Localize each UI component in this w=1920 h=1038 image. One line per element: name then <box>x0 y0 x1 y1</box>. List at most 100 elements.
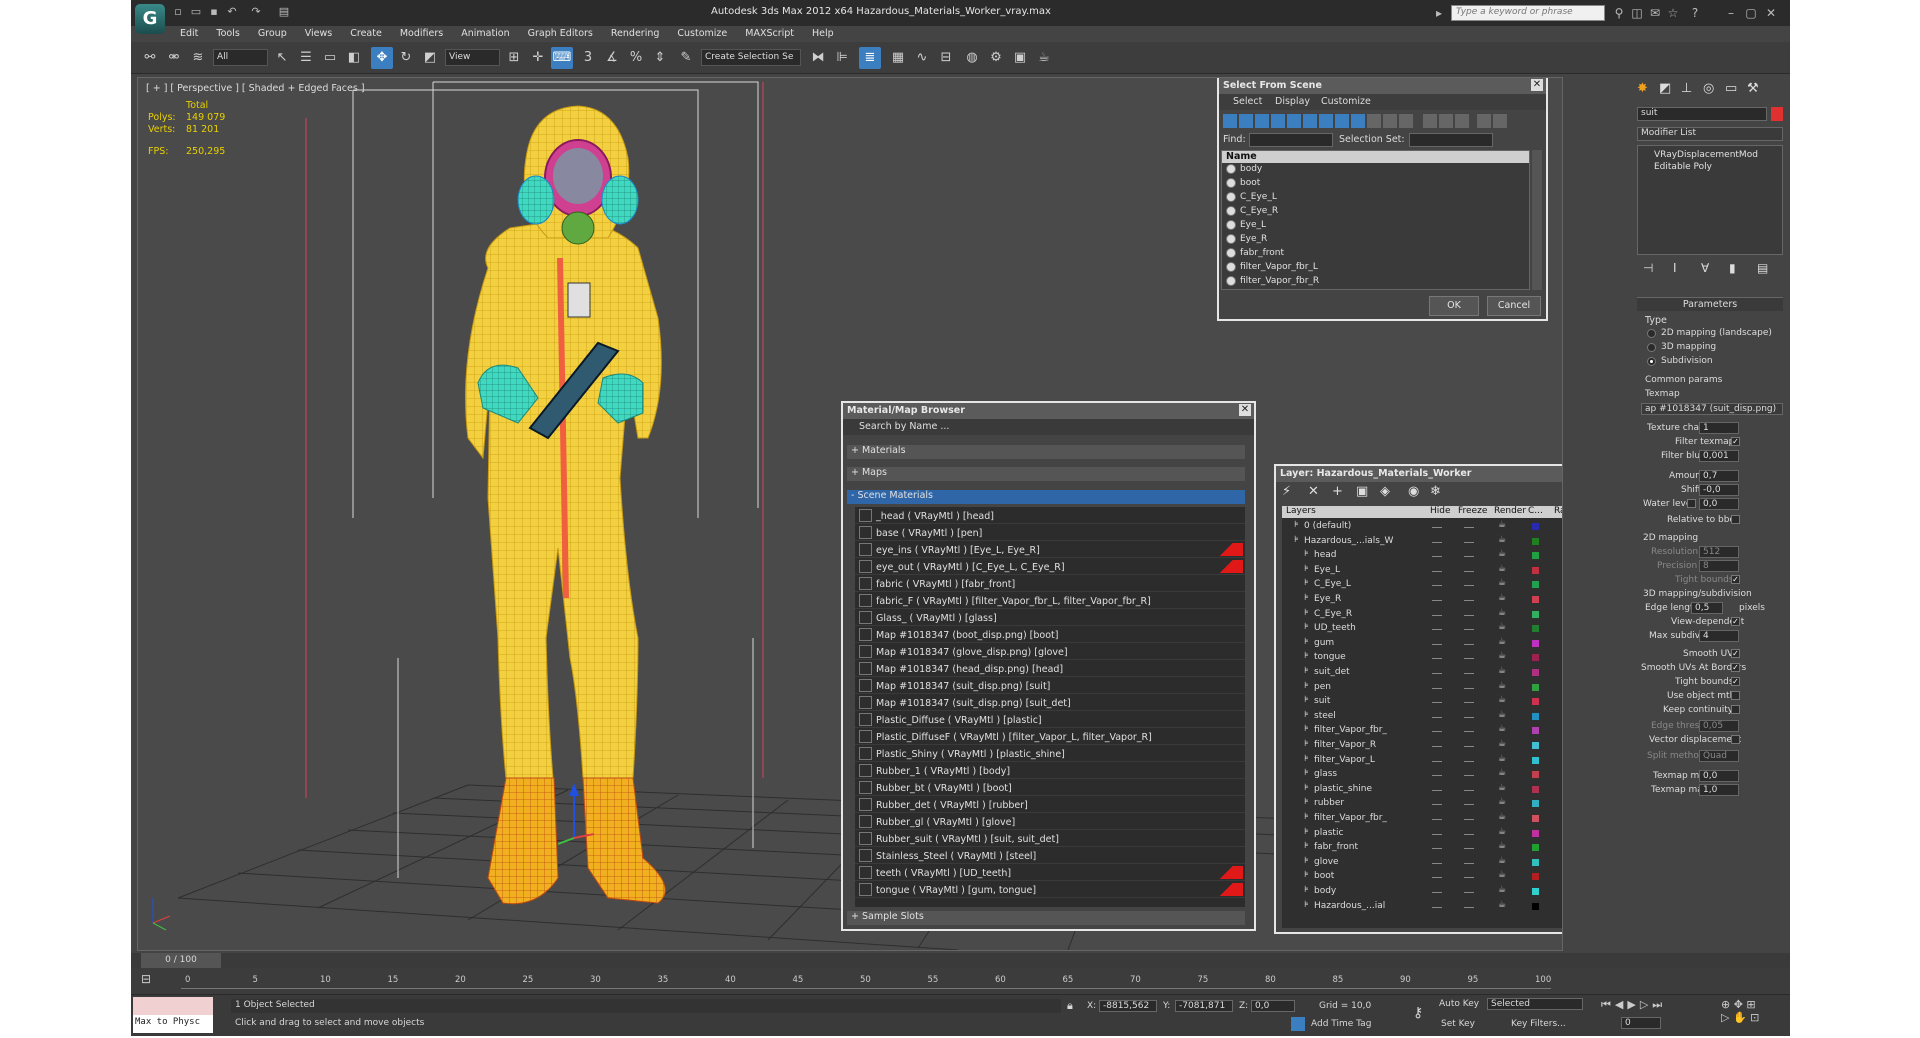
material-item[interactable]: Map #1018347 (suit_disp.png) [suit] <box>855 677 1245 694</box>
none-filter-icon[interactable] <box>1383 114 1397 128</box>
col-radiosity[interactable]: Radiosity <box>1554 506 1562 516</box>
layer-color-swatch[interactable] <box>1532 844 1539 852</box>
render-toggle-icon[interactable]: ☕ <box>1498 695 1506 705</box>
layer-color-swatch[interactable] <box>1532 523 1539 530</box>
freeze-toggle[interactable] <box>1464 760 1474 762</box>
render-toggle-icon[interactable]: ☕ <box>1498 768 1506 778</box>
render-toggle-icon[interactable]: ☕ <box>1498 739 1506 749</box>
material-item[interactable]: eye_ins ( VRayMtl ) [Eye_L, Eye_R] <box>855 541 1245 558</box>
split-method-select[interactable]: Quad <box>1699 750 1739 762</box>
water-level-checkbox[interactable] <box>1687 499 1696 508</box>
hide-toggle[interactable] <box>1432 585 1442 587</box>
freeze-toggle[interactable] <box>1464 848 1474 850</box>
render-toggle-icon[interactable]: ☕ <box>1498 593 1506 603</box>
maxscript-listener[interactable] <box>133 997 213 1015</box>
render-toggle-icon[interactable]: ☕ <box>1498 637 1506 647</box>
freeze-toggle[interactable] <box>1464 877 1474 879</box>
freeze-toggle[interactable] <box>1464 892 1474 893</box>
select-object-icon[interactable]: ↖ <box>271 47 293 69</box>
maxscript-mini-input[interactable]: Max to Physc <box>133 1015 213 1033</box>
col-layers[interactable]: Layers <box>1286 506 1316 516</box>
pivot-center-icon[interactable]: ⊞ <box>503 47 525 69</box>
material-item[interactable]: Map #1018347 (boot_disp.png) [boot] <box>855 626 1245 643</box>
material-item[interactable]: Glass_ ( VRayMtl ) [glass] <box>855 609 1245 626</box>
render-toggle-icon[interactable]: ☕ <box>1498 666 1506 676</box>
material-item[interactable]: Rubber_det ( VRayMtl ) [rubber] <box>855 796 1245 813</box>
hide-toggle[interactable] <box>1432 541 1442 543</box>
layer-row[interactable]: UD_teeth ⊧ ☕ <box>1282 622 1562 636</box>
hide-toggle[interactable] <box>1432 862 1442 864</box>
window-crossing-icon[interactable]: ◧ <box>343 47 365 69</box>
group-materials[interactable]: + Materials <box>847 445 1245 459</box>
maximize-icon[interactable]: ▢ <box>1743 5 1759 21</box>
layer-manager-icon[interactable]: ≣ <box>859 47 881 69</box>
material-editor-icon[interactable]: ◍ <box>961 47 983 69</box>
filter-blur-spinner[interactable]: 0,001 <box>1699 450 1739 462</box>
spinner-snap-icon[interactable]: ⇕ <box>649 47 671 69</box>
hide-toggle[interactable] <box>1432 775 1442 777</box>
save-icon[interactable]: ▪ <box>207 5 221 19</box>
material-item[interactable]: Plastic_DiffuseF ( VRayMtl ) [filter_Vap… <box>855 728 1245 745</box>
menu-views[interactable]: Views <box>296 26 342 42</box>
layer-row[interactable]: steel ⊧ ☕ <box>1282 710 1562 724</box>
layer-color-swatch[interactable] <box>1532 829 1539 837</box>
configure-sets-icon[interactable]: ▤ <box>1757 261 1768 275</box>
freeze-toggle[interactable] <box>1464 775 1474 777</box>
layer-color-swatch[interactable] <box>1532 566 1539 574</box>
amount-spinner[interactable]: 0,7 <box>1699 470 1739 482</box>
hide-toggle[interactable] <box>1432 877 1442 879</box>
layer-row[interactable]: boot ⊧ ☕ <box>1282 870 1562 884</box>
layer-title[interactable]: Layer: Hazardous_Materials_Worker?✕ <box>1276 466 1562 482</box>
delete-layer-icon[interactable]: ✕ <box>1308 484 1319 499</box>
tight-bounds-3d-checkbox[interactable]: ✓ <box>1731 677 1740 686</box>
layer-color-swatch[interactable] <box>1532 712 1539 720</box>
filter-texmap-checkbox[interactable]: ✓ <box>1731 437 1740 446</box>
col-render[interactable]: Render <box>1494 506 1526 516</box>
select-in-layer-icon[interactable]: ▣ <box>1356 484 1368 499</box>
mirror-icon[interactable]: ⧓ <box>807 47 829 69</box>
render-toggle-icon[interactable]: ☕ <box>1498 827 1506 837</box>
freeze-toggle[interactable] <box>1464 600 1474 601</box>
selection-set-select[interactable] <box>1409 133 1493 147</box>
hide-toggle[interactable] <box>1432 731 1442 733</box>
type-3d-radio[interactable] <box>1647 343 1656 352</box>
key-mode-select[interactable]: Selected <box>1487 998 1583 1010</box>
modifier-list-select[interactable]: Modifier List <box>1637 127 1783 141</box>
resolution-spinner[interactable]: 512 <box>1699 546 1739 558</box>
material-item[interactable]: Plastic_Shiny ( VRayMtl ) [plastic_shine… <box>855 745 1245 762</box>
freeze-toggle[interactable] <box>1464 658 1474 660</box>
render-toggle-icon[interactable]: ☕ <box>1498 608 1506 618</box>
texmap-button[interactable]: ap #1018347 (suit_disp.png) <box>1641 403 1783 415</box>
render-toggle-icon[interactable]: ☕ <box>1498 900 1506 910</box>
render-toggle-icon[interactable]: ☕ <box>1498 870 1506 880</box>
material-item[interactable]: fabric_F ( VRayMtl ) [filter_Vapor_fbr_L… <box>855 592 1245 609</box>
funnel-filter-icon[interactable] <box>1477 114 1491 128</box>
group-maps[interactable]: + Maps <box>847 467 1245 481</box>
layer-row[interactable]: filter_Vapor_L ⊧ ☕ <box>1282 754 1562 768</box>
edge-thresh-spinner[interactable]: 0,05 <box>1699 720 1739 732</box>
scene-object-item[interactable]: filter_Vapor_fbr_R <box>1222 275 1323 289</box>
layer-row[interactable]: filter_Vapor_fbr_ ⊧ ☕ <box>1282 724 1562 738</box>
freeze-toggle[interactable] <box>1464 585 1474 587</box>
pin-stack-icon[interactable]: ⊣ <box>1643 261 1653 275</box>
col-hide[interactable]: Hide <box>1430 506 1451 516</box>
schematic-view-icon[interactable]: ⊟ <box>935 47 957 69</box>
cameras-filter-icon[interactable] <box>1271 114 1285 128</box>
named-selection-select[interactable]: Create Selection Se <box>701 49 801 66</box>
layer-row[interactable]: filter_Vapor_R ⊧ ☕ <box>1282 739 1562 753</box>
relative-bbox-checkbox[interactable] <box>1731 515 1740 524</box>
lock-selection-icon[interactable]: 🔒︎ <box>1067 999 1073 1013</box>
hazmat-worker-model[interactable] <box>465 105 666 905</box>
smooth-uvs-checkbox[interactable]: ✓ <box>1731 649 1740 658</box>
rendered-frame-icon[interactable]: ▣ <box>1009 47 1031 69</box>
layer-row[interactable]: suit ⊧ ☕ <box>1282 695 1562 709</box>
stack-item-editable-poly[interactable]: Editable Poly <box>1650 160 1716 177</box>
material-item[interactable]: fabric ( VRayMtl ) [fabr_front] <box>855 575 1245 592</box>
freeze-toggle[interactable] <box>1464 527 1474 528</box>
col-name-header[interactable]: Name <box>1222 151 1529 163</box>
render-production-icon[interactable]: ☕ <box>1033 47 1055 69</box>
shift-spinner[interactable]: -0,0 <box>1699 484 1739 496</box>
select-move-icon[interactable]: ✥ <box>371 47 393 69</box>
hide-toggle[interactable] <box>1432 643 1442 645</box>
layer-row[interactable]: Eye_L ⊧ ☕ <box>1282 564 1562 578</box>
